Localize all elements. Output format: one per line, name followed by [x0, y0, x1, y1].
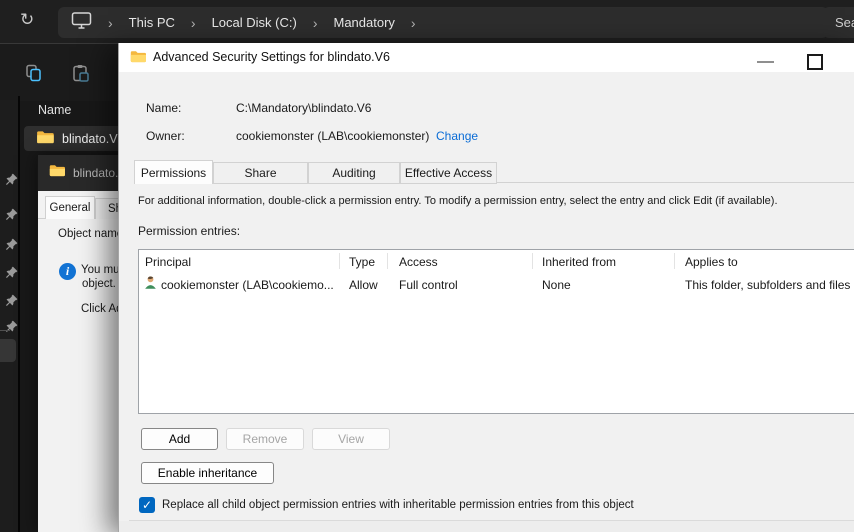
tab-permissions[interactable]: Permissions [134, 160, 213, 184]
add-button[interactable]: Add [141, 428, 218, 450]
nav-pane-edge [0, 100, 18, 532]
tab-general[interactable]: General [45, 196, 95, 219]
column-header-applies-to[interactable]: Applies to [685, 255, 738, 269]
footer-area [119, 521, 854, 532]
name-label: Name: [146, 101, 182, 115]
user-icon [143, 275, 158, 295]
owner-value: cookiemonster (LAB\cookiemonster) [236, 129, 430, 143]
tab-auditing[interactable]: Auditing [308, 162, 400, 184]
name-value: C:\Mandatory\blindato.V6 [236, 101, 372, 115]
advanced-security-dialog: Advanced Security Settings for blindato.… [118, 43, 854, 532]
paste-icon[interactable] [70, 64, 90, 89]
search-text: Sea [835, 15, 854, 30]
column-divider[interactable] [674, 253, 675, 269]
click-advanced-text: Click Ad [81, 303, 123, 315]
chevron-right-icon: › [410, 14, 416, 31]
cell-access: Full control [399, 278, 458, 292]
instruction-text: For additional information, double-click… [138, 195, 778, 207]
replace-child-permissions-label: Replace all child object permission entr… [162, 499, 634, 511]
info-text-line2: object. [82, 278, 116, 290]
refresh-icon[interactable]: ↻ [20, 10, 34, 30]
folder-icon [36, 130, 54, 147]
view-button: View [312, 428, 390, 450]
object-name-label: Object name [58, 228, 124, 240]
nav-selected-item[interactable] [0, 339, 16, 362]
folder-icon [49, 164, 65, 182]
dialog-title: Advanced Security Settings for blindato.… [153, 50, 390, 64]
nav-section-divider [0, 330, 10, 331]
info-icon: i [59, 263, 76, 280]
owner-label: Owner: [146, 129, 185, 143]
pushpin-icon[interactable] [6, 207, 18, 220]
permission-entries-table: Principal Type Access Inherited from App… [138, 249, 854, 414]
chevron-right-icon: › [312, 14, 318, 31]
column-divider[interactable] [339, 253, 340, 269]
cell-applies-to: This folder, subfolders and files [685, 278, 851, 292]
cell-type: Allow [349, 278, 378, 292]
column-header-name[interactable]: Name [38, 103, 71, 117]
folder-icon [130, 50, 146, 68]
column-divider[interactable] [532, 253, 533, 269]
column-header-inherited-from[interactable]: Inherited from [542, 255, 616, 269]
tab-effective-access[interactable]: Effective Access [400, 162, 497, 184]
breadcrumb[interactable]: › This PC › Local Disk (C:) › Mandatory … [58, 7, 828, 38]
minimize-button[interactable] [757, 61, 774, 63]
column-header-type[interactable]: Type [349, 255, 375, 269]
pushpin-icon[interactable] [6, 172, 18, 185]
this-pc-icon [71, 11, 92, 35]
change-owner-link[interactable]: Change [436, 129, 478, 143]
permission-entries-label: Permission entries: [138, 224, 241, 238]
pane-divider[interactable] [18, 96, 20, 532]
maximize-button[interactable] [807, 54, 823, 70]
pushpin-icon[interactable] [6, 265, 18, 278]
enable-inheritance-button[interactable]: Enable inheritance [141, 462, 274, 484]
checkmark-icon: ✓ [141, 498, 153, 512]
cell-principal: cookiemonster (LAB\cookiemo... [161, 278, 334, 292]
search-input[interactable]: Sea [823, 7, 854, 38]
file-row-blindato[interactable]: blindato.V6 [24, 126, 132, 151]
column-header-principal[interactable]: Principal [145, 255, 191, 269]
pushpin-icon[interactable] [6, 293, 18, 306]
chevron-right-icon: › [190, 14, 196, 31]
screen: ↻ › This PC › Local Disk (C:) › Mandator… [0, 0, 854, 532]
replace-child-permissions-checkbox[interactable]: ✓ [139, 497, 155, 513]
explorer-command-bar [0, 43, 118, 101]
pushpin-icon[interactable] [6, 237, 18, 250]
tab-share[interactable]: Share [213, 162, 308, 184]
column-header-access[interactable]: Access [399, 255, 438, 269]
cell-inherited-from: None [542, 278, 571, 292]
breadcrumb-item-this-pc[interactable]: This PC [129, 15, 175, 30]
copy-icon[interactable] [24, 64, 43, 88]
column-divider[interactable] [387, 253, 388, 269]
chevron-right-icon: › [108, 14, 113, 31]
breadcrumb-item-local-disk-c[interactable]: Local Disk (C:) [212, 15, 297, 30]
file-name: blindato.V6 [62, 131, 125, 146]
remove-button: Remove [226, 428, 304, 450]
breadcrumb-item-mandatory[interactable]: Mandatory [334, 15, 395, 30]
